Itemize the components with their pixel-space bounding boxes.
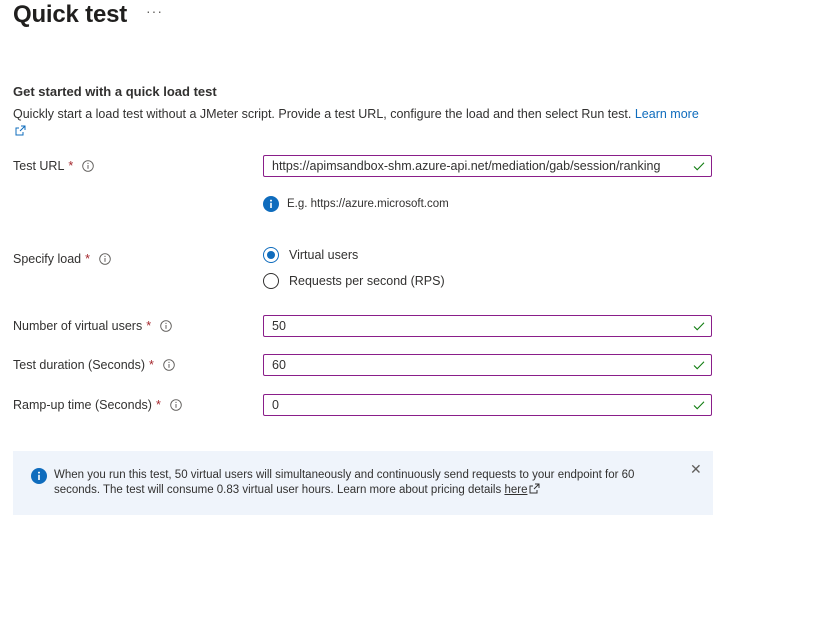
info-banner: When you run this test, 50 virtual users… (13, 451, 713, 515)
section-heading: Get started with a quick load test (13, 84, 217, 99)
ramp-up-label: Ramp-up time (Seconds) * (13, 395, 182, 415)
test-duration-input[interactable] (264, 355, 692, 375)
test-duration-field[interactable] (263, 354, 712, 376)
banner-message: When you run this test, 50 virtual users… (54, 469, 635, 496)
specify-load-label: Specify load * (13, 249, 111, 269)
radio-button[interactable] (263, 273, 279, 289)
test-duration-label: Test duration (Seconds) * (13, 355, 175, 375)
page-title: Quick test (13, 1, 128, 28)
info-icon[interactable] (82, 160, 95, 172)
external-link-icon (529, 483, 540, 494)
info-icon[interactable] (160, 320, 172, 332)
checkmark-icon (693, 162, 705, 171)
info-icon[interactable] (170, 399, 182, 411)
ramp-up-input[interactable] (264, 395, 692, 415)
ramp-up-field[interactable] (263, 394, 712, 416)
info-icon[interactable] (99, 253, 111, 265)
required-marker: * (85, 252, 90, 266)
checkmark-icon (693, 361, 705, 370)
close-icon[interactable]: ✕ (690, 461, 702, 477)
quick-test-page: Quick test ··· Get started with a quick … (0, 0, 820, 628)
test-url-field[interactable] (263, 155, 712, 177)
section-description: Quickly start a load test without a JMet… (13, 106, 703, 140)
test-url-input[interactable] (264, 156, 692, 176)
radio-rps[interactable]: Requests per second (RPS) (263, 273, 445, 289)
required-marker: * (155, 398, 161, 412)
checkmark-icon (693, 322, 705, 331)
checkmark-icon (693, 401, 705, 410)
required-marker: * (149, 358, 154, 372)
more-icon[interactable]: ··· (146, 3, 163, 19)
description-text: Quickly start a load test without a JMet… (13, 107, 632, 121)
virtual-users-field[interactable] (263, 315, 712, 337)
virtual-users-input[interactable] (264, 316, 692, 336)
radio-virtual-users[interactable]: Virtual users (263, 247, 358, 263)
required-marker: * (68, 159, 74, 173)
info-icon[interactable] (163, 359, 175, 371)
pricing-details-link[interactable]: here (504, 484, 527, 496)
test-url-label: Test URL * (13, 156, 95, 176)
info-filled-icon (263, 196, 279, 212)
required-marker: * (146, 319, 152, 333)
test-url-hint: E.g. https://azure.microsoft.com (263, 196, 449, 212)
virtual-users-label: Number of virtual users * (13, 316, 172, 336)
info-filled-icon (31, 468, 47, 484)
radio-button[interactable] (263, 247, 279, 263)
external-link-icon (15, 125, 26, 136)
